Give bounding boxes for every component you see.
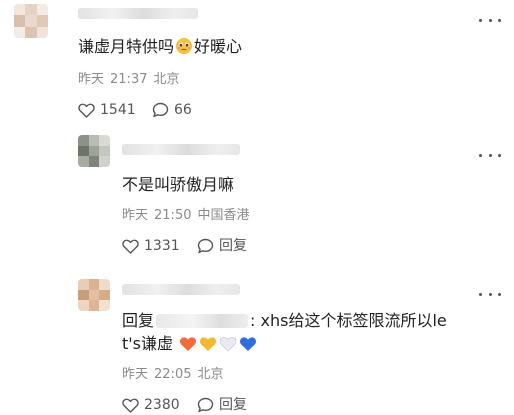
blue-heart-emoji-icon: [240, 337, 257, 351]
comment-location: 北京: [153, 72, 180, 87]
comment-text-line-2: t's谦虚: [122, 332, 258, 356]
like-button[interactable]: 2380: [122, 396, 180, 414]
comment-location: 中国香港: [197, 208, 250, 223]
reply-label: 回复: [219, 238, 247, 254]
comment-meta: 昨天 21:37 北京: [78, 71, 186, 89]
comment-text-part: 谦虚月特供吗: [78, 37, 175, 56]
comment-time: 22:05: [154, 367, 192, 382]
speech-bubble-icon: [197, 238, 214, 254]
yellow-heart-emoji-icon: [200, 337, 217, 351]
comment-date: 昨天: [122, 367, 149, 382]
orange-heart-emoji-icon: [180, 337, 197, 351]
comment-text-part: t's谦虚: [122, 334, 174, 353]
username-blurred[interactable]: [78, 8, 198, 19]
mention-blurred[interactable]: [156, 314, 249, 328]
more-options-icon[interactable]: [479, 151, 501, 159]
username-blurred[interactable]: [122, 144, 240, 155]
reply-count-button[interactable]: 66: [152, 101, 192, 119]
comment-text-part: 好暖心: [194, 37, 243, 56]
heart-outline-icon: [122, 239, 139, 254]
avatar[interactable]: [14, 4, 48, 38]
avatar-mosaic: [14, 4, 48, 38]
avatar-mosaic: [78, 279, 110, 311]
comment-time: 21:50: [154, 208, 192, 223]
comment-date: 昨天: [122, 208, 149, 223]
avatar[interactable]: [78, 279, 110, 311]
avatar-mosaic: [78, 135, 110, 167]
comment-date: 昨天: [78, 72, 105, 87]
reply-button[interactable]: 回复: [197, 237, 247, 255]
like-button[interactable]: 1541: [78, 101, 136, 119]
comment-location: 北京: [197, 367, 224, 382]
like-count: 2380: [144, 397, 180, 413]
like-button[interactable]: 1331: [122, 237, 180, 255]
comment-meta: 昨天 22:05 北京: [122, 366, 230, 384]
like-count: 1331: [144, 238, 180, 254]
avatar[interactable]: [78, 135, 110, 167]
white-heart-emoji-icon: [219, 336, 237, 352]
reply-prefix: 回复: [122, 311, 155, 330]
heart-outline-icon: [122, 398, 139, 413]
reply-count: 66: [174, 102, 192, 118]
like-count: 1541: [100, 102, 136, 118]
reply-label: 回复: [219, 397, 247, 413]
comment-text-part: : xhs给这个标签限流所以le: [250, 311, 447, 330]
more-options-icon[interactable]: [479, 290, 501, 298]
comment-text-line-1: 回复 : xhs给这个标签限流所以le: [122, 309, 447, 333]
more-options-icon[interactable]: [479, 16, 501, 24]
username-blurred[interactable]: [122, 284, 240, 295]
speech-bubble-icon: [197, 397, 214, 413]
heart-outline-icon: [78, 103, 95, 118]
comment-text: 谦虚月特供吗 好暖心: [78, 35, 242, 59]
speech-bubble-icon: [152, 102, 169, 118]
pleading-face-emoji-icon: [176, 38, 193, 54]
comment-time: 21:37: [110, 72, 148, 87]
comment-meta: 昨天 21:50 中国香港: [122, 207, 256, 225]
comment-text: 不是叫骄傲月嘛: [122, 175, 235, 194]
reply-button[interactable]: 回复: [197, 396, 247, 414]
